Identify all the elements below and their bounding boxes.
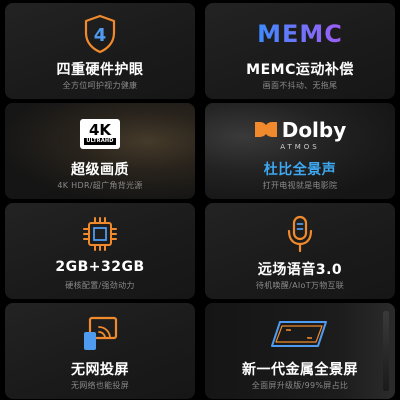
feature-subtitle: 硬核配置/强劲动力 <box>65 281 135 290</box>
feature-subtitle: 全方位呵护视力健康 <box>62 81 138 90</box>
full-screen-frame-icon <box>205 313 395 355</box>
dolby-double-d-icon <box>254 122 277 137</box>
feature-card-picture-quality: 4K ULTRAHD 超级画质 4K HDR/超广角背光源 <box>5 103 195 199</box>
screen-cast-icon <box>5 313 195 355</box>
chip-icon <box>5 213 195 255</box>
feature-subtitle: 画面不抖动、无拖尾 <box>262 81 338 90</box>
feature-subtitle: 待机唤醒/AIoT万物互联 <box>255 281 345 290</box>
feature-title: 2GB+32GB <box>55 259 145 275</box>
feature-title: 四重硬件护眼 <box>56 62 144 78</box>
feature-subtitle: 无网络也能投屏 <box>70 381 130 390</box>
badge-4k-text: 4K <box>88 121 112 139</box>
memc-logo-text: MEMC <box>257 20 343 48</box>
feature-card-memc: MEMC MEMC运动补偿 画面不抖动、无拖尾 <box>205 3 395 99</box>
shield-4-icon: 4 <box>5 13 195 55</box>
4k-ultrahd-badge: 4K ULTRAHD <box>5 113 195 155</box>
feature-card-voice: 远场语音3.0 待机唤醒/AIoT万物互联 <box>205 203 395 299</box>
atmos-word: ATMOS <box>280 142 320 151</box>
feature-card-eye-care: 4 四重硬件护眼 全方位呵护视力健康 <box>5 3 195 99</box>
feature-title: 新一代金属全景屏 <box>242 362 358 378</box>
feature-title: 超级画质 <box>71 162 129 178</box>
microphone-icon <box>205 213 395 255</box>
feature-title: 远场语音3.0 <box>257 262 343 278</box>
feature-card-metal-screen: 新一代金属全景屏 全面屏升级版/99%屏占比 <box>205 303 395 399</box>
feature-subtitle: 全面屏升级版/99%屏占比 <box>251 381 349 390</box>
feature-grid: 4 四重硬件护眼 全方位呵护视力健康 MEMC MEMC运动补偿 画面不抖动、无… <box>0 0 400 400</box>
dolby-atmos-logo: Dolby ATMOS <box>205 113 395 155</box>
feature-title: MEMC运动补偿 <box>246 62 354 78</box>
feature-card-cast: 无网投屏 无网络也能投屏 <box>5 303 195 399</box>
dolby-word: Dolby <box>281 117 347 142</box>
shield-number: 4 <box>94 25 107 46</box>
feature-title: 杜比全景声 <box>263 162 337 178</box>
badge-ultrahd-text: ULTRAHD <box>84 138 116 145</box>
feature-card-dolby-atmos: Dolby ATMOS 杜比全景声 打开电视就是电影院 <box>205 103 395 199</box>
feature-subtitle: 打开电视就是电影院 <box>262 181 338 190</box>
feature-subtitle: 4K HDR/超广角背光源 <box>57 181 143 190</box>
feature-title: 无网投屏 <box>71 362 129 378</box>
feature-card-memory: 2GB+32GB 硬核配置/强劲动力 <box>5 203 195 299</box>
memc-logo: MEMC <box>205 13 395 55</box>
